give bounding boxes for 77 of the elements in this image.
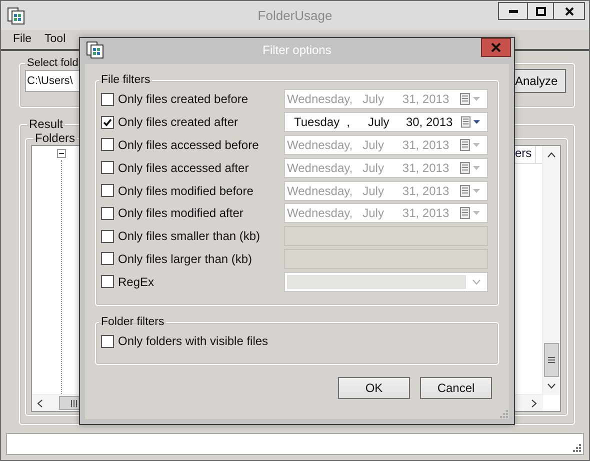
weekday-text: Wednesday, bbox=[287, 160, 354, 175]
checkbox[interactable] bbox=[101, 138, 114, 152]
calendar-icon[interactable] bbox=[460, 184, 482, 197]
day-text: 30, 2013 bbox=[406, 115, 454, 130]
checkbox-label[interactable]: Only files modified after bbox=[118, 206, 283, 220]
close-icon bbox=[491, 43, 501, 52]
month-text: July bbox=[362, 138, 385, 152]
month-text: July bbox=[362, 206, 385, 220]
day-text: 31, 2013 bbox=[402, 160, 450, 175]
calendar-icon[interactable] bbox=[460, 162, 482, 174]
checkbox-label[interactable]: Only files smaller than (kb) bbox=[118, 229, 283, 244]
menu-item[interactable]: Tool bbox=[44, 32, 66, 44]
resize-grip-icon[interactable] bbox=[573, 444, 581, 452]
month-text: July bbox=[362, 160, 385, 175]
dialog-button[interactable]: OK bbox=[338, 377, 410, 399]
month-text: July bbox=[368, 115, 390, 130]
chevron-right-icon bbox=[531, 398, 537, 408]
checkbox[interactable] bbox=[101, 334, 114, 348]
window-title: FolderUsage bbox=[258, 8, 332, 23]
group-label: Result bbox=[28, 117, 64, 131]
chevron-up-icon bbox=[547, 152, 556, 158]
dialog-button[interactable]: Cancel bbox=[420, 377, 492, 399]
collapse-icon[interactable] bbox=[57, 149, 66, 158]
resize-grip-icon[interactable] bbox=[500, 410, 508, 418]
calendar-icon[interactable] bbox=[460, 93, 482, 106]
checkbox-label[interactable]: Only files modified before bbox=[118, 184, 283, 198]
calendar-icon[interactable] bbox=[460, 207, 482, 220]
checkbox-label[interactable]: Only files created before bbox=[118, 92, 283, 106]
minimize-button[interactable] bbox=[498, 2, 528, 20]
group-label: Select fold bbox=[26, 57, 80, 69]
group-label: Folders bbox=[34, 131, 76, 145]
day-text: 31, 2013 bbox=[402, 138, 450, 152]
calendar-icon[interactable] bbox=[461, 116, 482, 128]
month-text: July bbox=[362, 92, 385, 106]
weekday-text: Tuesday bbox=[294, 115, 340, 130]
vertical-scrollbar[interactable] bbox=[542, 146, 560, 395]
checkbox-label[interactable]: RegEx bbox=[118, 274, 283, 289]
close-icon bbox=[564, 6, 574, 16]
checkbox-label[interactable]: Only folders with visible files bbox=[118, 334, 283, 348]
group-label: File filters bbox=[100, 74, 152, 86]
menu-item[interactable]: File bbox=[13, 32, 32, 44]
minimize-icon bbox=[508, 10, 518, 12]
weekday-text: Wednesday, bbox=[287, 138, 354, 152]
checkbox-label[interactable]: Only files larger than (kb) bbox=[118, 252, 283, 266]
chevron-down-icon bbox=[547, 383, 556, 389]
checkbox[interactable] bbox=[101, 206, 114, 220]
calendar-icon[interactable] bbox=[460, 138, 482, 151]
checkbox[interactable] bbox=[101, 92, 114, 106]
checkbox[interactable] bbox=[101, 275, 114, 288]
checkbox[interactable] bbox=[101, 252, 114, 266]
chevron-left-icon bbox=[37, 398, 43, 408]
checkbox[interactable] bbox=[101, 161, 114, 174]
grip-icon bbox=[548, 357, 555, 363]
maximize-icon bbox=[536, 6, 546, 16]
month-text: July bbox=[362, 184, 385, 198]
weekday-text: Wednesday, bbox=[287, 184, 354, 198]
day-text: 31, 2013 bbox=[402, 184, 450, 198]
chevron-down-icon bbox=[472, 278, 481, 285]
group-label: Folder filters bbox=[100, 316, 166, 328]
checkbox[interactable] bbox=[101, 184, 114, 198]
checkbox-label[interactable]: Only files accessed after bbox=[118, 160, 283, 175]
date-picker[interactable]: Tuesday , July 30, 2013 bbox=[284, 112, 488, 132]
checkbox-label[interactable]: Only files accessed before bbox=[118, 138, 283, 152]
day-text: 31, 2013 bbox=[402, 206, 450, 220]
grip-icon bbox=[71, 400, 77, 406]
separator-text: , bbox=[346, 115, 350, 130]
checkbox[interactable] bbox=[101, 116, 114, 129]
dialog-title: Filter options bbox=[262, 43, 332, 57]
checkbox-label[interactable]: Only files created after bbox=[118, 115, 283, 130]
app-icon bbox=[86, 41, 104, 59]
weekday-text: Wednesday, bbox=[287, 92, 354, 106]
app-icon bbox=[7, 6, 25, 24]
day-text: 31, 2013 bbox=[402, 92, 450, 106]
checkbox[interactable] bbox=[101, 230, 114, 243]
weekday-text: Wednesday, bbox=[287, 206, 354, 220]
close-button[interactable] bbox=[553, 2, 585, 20]
maximize-button[interactable] bbox=[527, 2, 554, 20]
